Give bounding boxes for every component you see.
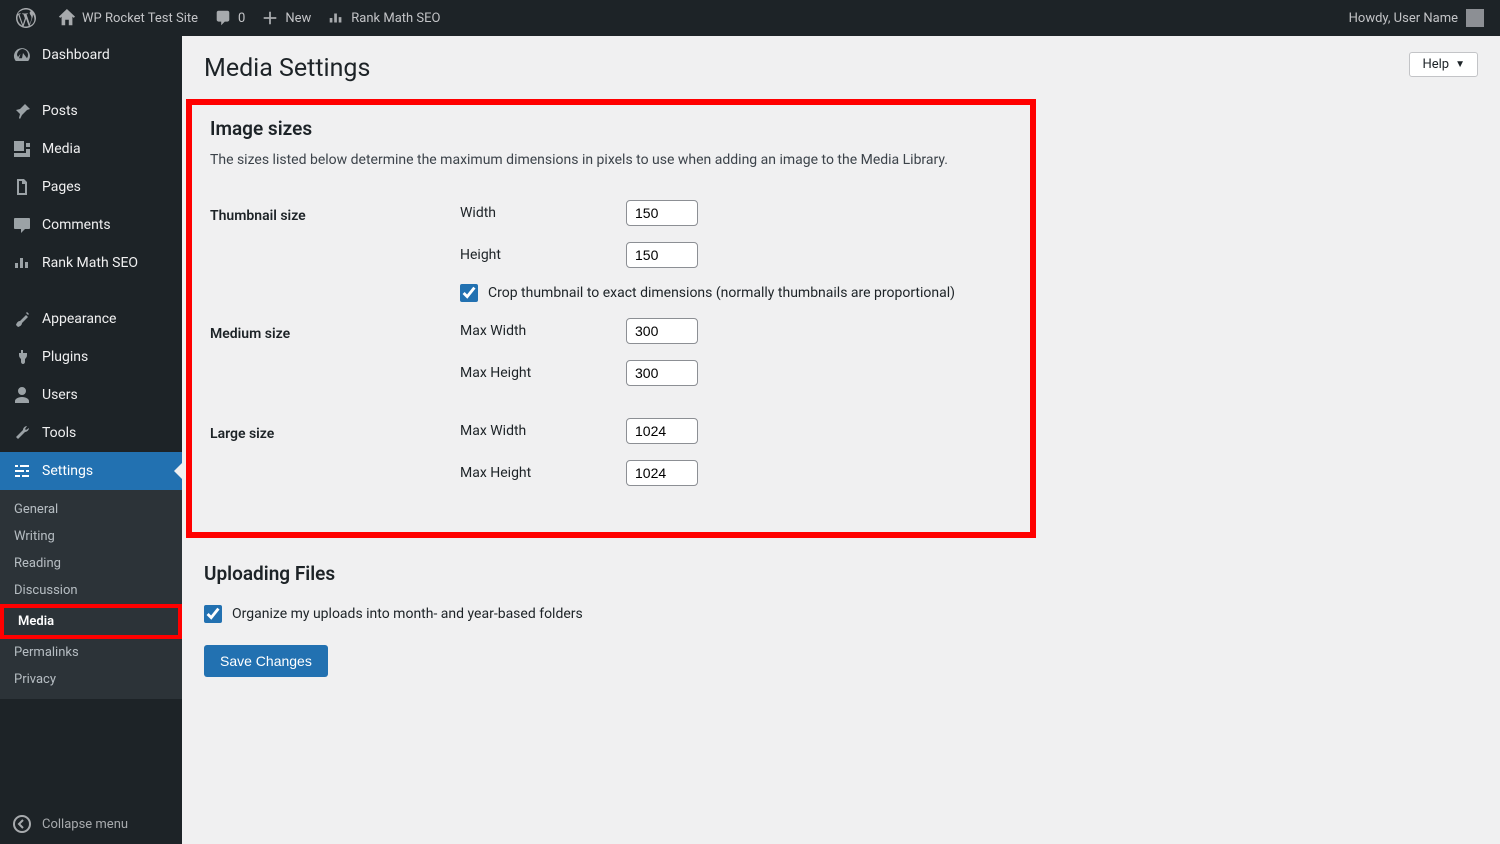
comments-icon — [12, 215, 32, 235]
large-height-label: Max Height — [460, 465, 626, 481]
thumbnail-crop-label: Crop thumbnail to exact dimensions (norm… — [488, 285, 955, 301]
menu-rankmath[interactable]: Rank Math SEO — [0, 244, 182, 282]
medium-width-input[interactable] — [626, 318, 698, 344]
menu-plugins[interactable]: Plugins — [0, 338, 182, 376]
medium-row-label: Medium size — [210, 310, 460, 410]
submenu-privacy[interactable]: Privacy — [0, 666, 182, 693]
submenu-permalinks[interactable]: Permalinks — [0, 639, 182, 666]
new-item[interactable]: New — [253, 0, 319, 36]
submenu-discussion[interactable]: Discussion — [0, 577, 182, 604]
submenu-reading[interactable]: Reading — [0, 550, 182, 577]
comment-icon — [214, 9, 232, 27]
rankmath-label: Rank Math SEO — [351, 11, 440, 26]
medium-height-input[interactable] — [626, 360, 698, 386]
user-icon — [12, 385, 32, 405]
menu-settings[interactable]: Settings — [0, 452, 182, 490]
submenu-general[interactable]: General — [0, 496, 182, 523]
brush-icon — [12, 309, 32, 329]
avatar — [1466, 9, 1484, 27]
wrench-icon — [12, 423, 32, 443]
media-icon — [12, 139, 32, 159]
comments-item[interactable]: 0 — [206, 0, 253, 36]
menu-pages[interactable]: Pages — [0, 168, 182, 206]
image-sizes-heading: Image sizes — [210, 117, 1030, 140]
menu-dashboard[interactable]: Dashboard — [0, 36, 182, 74]
thumbnail-height-label: Height — [460, 247, 626, 263]
highlight-box: Image sizes The sizes listed below deter… — [186, 99, 1036, 538]
thumbnail-width-label: Width — [460, 205, 626, 221]
help-button[interactable]: Help ▼ — [1409, 52, 1478, 77]
site-title: WP Rocket Test Site — [82, 11, 198, 26]
pages-icon — [12, 177, 32, 197]
submenu-writing[interactable]: Writing — [0, 523, 182, 550]
uploading-heading: Uploading Files — [204, 562, 1478, 585]
admin-bar-left: WP Rocket Test Site 0 New Rank Math SEO — [8, 0, 448, 36]
wordpress-icon — [16, 8, 36, 28]
medium-width-label: Max Width — [460, 323, 626, 339]
menu-media[interactable]: Media — [0, 130, 182, 168]
organize-row[interactable]: Organize my uploads into month- and year… — [204, 605, 1478, 623]
menu-appearance[interactable]: Appearance — [0, 300, 182, 338]
settings-submenu: General Writing Reading Discussion Media… — [0, 490, 182, 699]
large-width-label: Max Width — [460, 423, 626, 439]
page-title: Media Settings — [204, 54, 370, 83]
collapse-icon — [12, 814, 32, 834]
plug-icon — [12, 347, 32, 367]
thumbnail-height-input[interactable] — [626, 242, 698, 268]
home-icon — [58, 9, 76, 27]
admin-sidebar: Dashboard Posts Media Pages Comments Ran… — [0, 36, 182, 844]
new-label: New — [285, 11, 311, 26]
large-height-input[interactable] — [626, 460, 698, 486]
plus-icon — [261, 9, 279, 27]
rankmath-menu-icon — [12, 253, 32, 273]
admin-bar: WP Rocket Test Site 0 New Rank Math SEO … — [0, 0, 1500, 36]
menu-comments[interactable]: Comments — [0, 206, 182, 244]
rankmath-icon — [327, 9, 345, 27]
rankmath-item[interactable]: Rank Math SEO — [319, 0, 448, 36]
wp-logo-item[interactable] — [8, 0, 50, 36]
admin-bar-right[interactable]: Howdy, User Name — [1349, 0, 1492, 36]
menu-users[interactable]: Users — [0, 376, 182, 414]
dashboard-icon — [12, 45, 32, 65]
content-area: Media Settings Help ▼ Image sizes The si… — [182, 36, 1500, 691]
caret-down-icon: ▼ — [1455, 59, 1465, 70]
medium-height-label: Max Height — [460, 365, 626, 381]
large-row-label: Large size — [210, 410, 460, 510]
site-home-item[interactable]: WP Rocket Test Site — [50, 0, 206, 36]
image-sizes-table: Thumbnail size Width Height Crop thumbna… — [210, 192, 965, 510]
comments-count: 0 — [238, 11, 245, 26]
large-width-input[interactable] — [626, 418, 698, 444]
organize-label: Organize my uploads into month- and year… — [232, 606, 583, 622]
menu-tools[interactable]: Tools — [0, 414, 182, 452]
collapse-menu[interactable]: Collapse menu — [0, 804, 182, 844]
thumbnail-width-input[interactable] — [626, 200, 698, 226]
pin-icon — [12, 101, 32, 121]
save-button[interactable]: Save Changes — [204, 645, 328, 677]
organize-checkbox[interactable] — [204, 605, 222, 623]
submenu-media[interactable]: Media — [4, 608, 178, 635]
thumbnail-row-label: Thumbnail size — [210, 192, 460, 310]
howdy-text: Howdy, User Name — [1349, 11, 1458, 26]
thumbnail-crop-checkbox[interactable] — [460, 284, 478, 302]
thumbnail-crop-row[interactable]: Crop thumbnail to exact dimensions (norm… — [460, 284, 955, 302]
image-sizes-desc: The sizes listed below determine the max… — [210, 152, 1030, 168]
menu-posts[interactable]: Posts — [0, 92, 182, 130]
sliders-icon — [12, 461, 32, 481]
